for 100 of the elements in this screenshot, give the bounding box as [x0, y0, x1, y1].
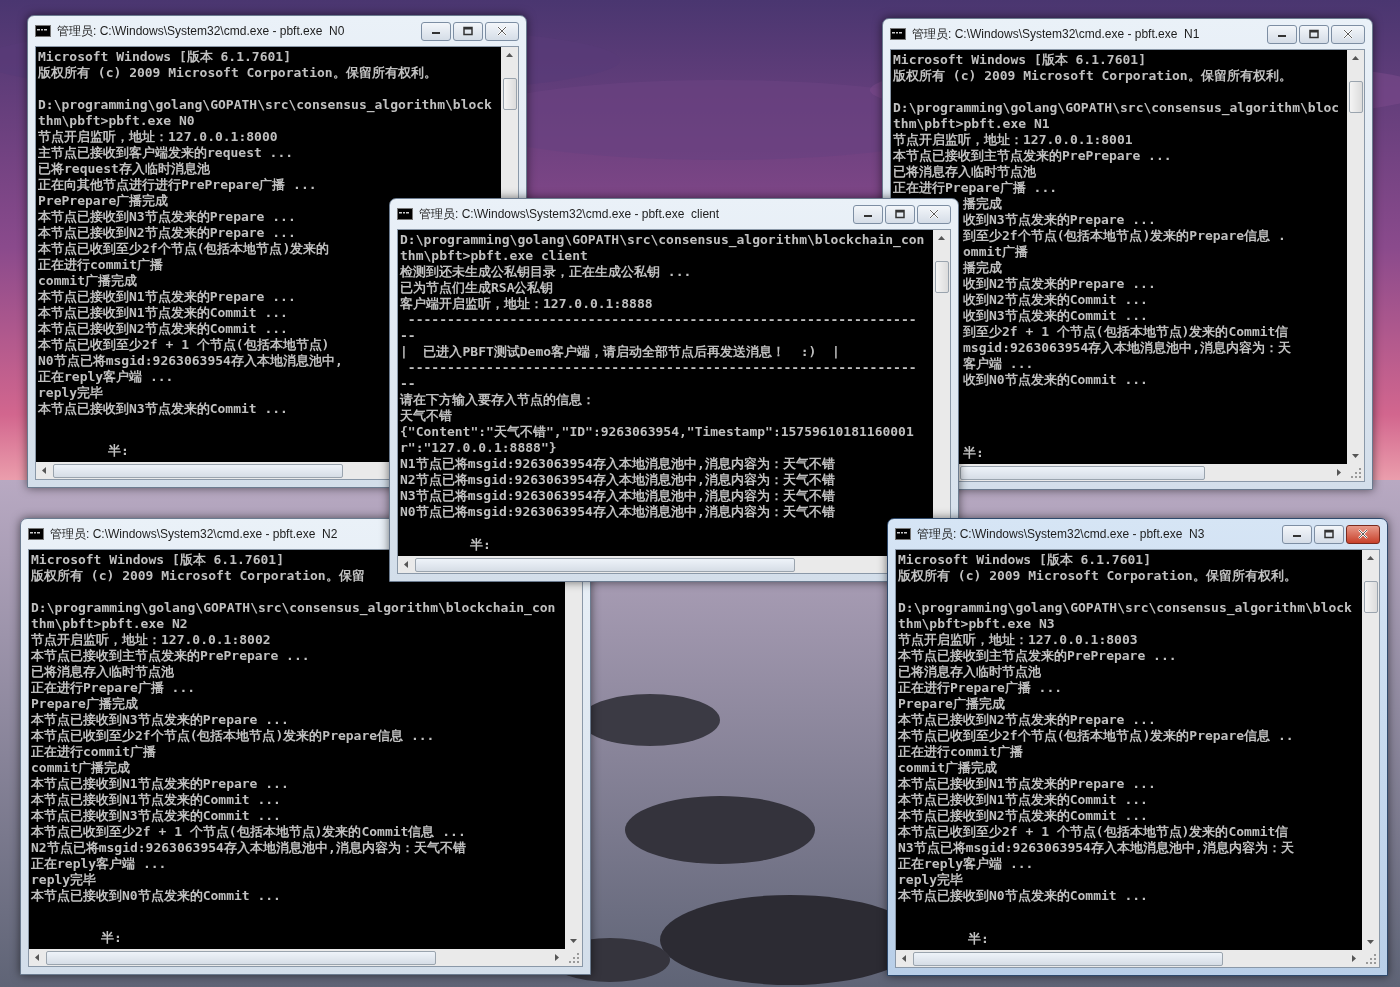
console-line: D:\programming\golang\GOPATH\src\consensus_algorithm\bloc [893, 100, 1340, 116]
console-line: 正在reply客户端 ... [898, 856, 1034, 872]
console-line: Prepare广播完成 [31, 696, 138, 712]
console-line: ----------------------------------------------------------------- [406, 360, 917, 376]
console-line: 版权所有 (c) 2009 Microsoft Corporation。保留所有权利。 [38, 65, 437, 81]
console-line: 已将消息存入临时节点池 [898, 664, 1041, 680]
console-line: 已将消息存入临时节点池 [893, 164, 1036, 180]
console-line: msgid:9263063954存入本地消息池中,消息内容为：天 [963, 340, 1292, 356]
console-line: thm\pbft>pbft.exe N1 [893, 116, 1050, 132]
minimize-button[interactable] [1282, 524, 1312, 544]
console-line: thm\pbft>pbft.exe N0 [38, 113, 195, 129]
console-line: D:\programming\golang\GOPATH\src\consensus_algorithm\blockchain_con [400, 232, 925, 248]
console-line: 本节点已收到至少2f + 1 个节点(包括本地节点)发来的Commit信息 ... [31, 824, 466, 840]
maximize-icon [462, 26, 474, 36]
console-line: reply完毕 [38, 385, 104, 401]
console-line: 到至少2f个节点(包括本地节点)发来的Prepare信息 . [963, 228, 1286, 244]
window-title: 管理员: C:\Windows\System32\cmd.exe - pbft.exe N2 [50, 525, 339, 543]
console-line: 本节点已收到至少2f个节点(包括本地节点)发来的Prepare信息 .. [898, 728, 1294, 744]
console-line: ommit广播 [963, 244, 1029, 260]
minimize-button[interactable] [421, 21, 451, 41]
scroll-thumb[interactable] [960, 465, 1205, 480]
console-line: thm\pbft>pbft.exe N3 [898, 616, 1055, 632]
console-icon [895, 528, 911, 540]
console-line: 节点开启监听，地址：127.0.0.1:8002 [31, 632, 271, 648]
console-line: PrePrepare广播完成 [38, 193, 169, 209]
console-line: 正在进行commit广播 [38, 257, 163, 273]
console-line: 本节点已接收到N2节点发来的Commit ... [898, 808, 1148, 824]
console-line: commit广播完成 [898, 760, 997, 776]
console-line: 本节点已接收到主节点发来的PrePrepare ... [898, 648, 1177, 664]
console-line: | 已进入PBFT测试Demo客户端，请启动全部节点后再发送消息！ :) | [400, 344, 840, 360]
console-line: 本节点已接收到N1节点发来的Prepare ... [31, 776, 289, 792]
console-line: 检测到还未生成公私钥目录，正在生成公私钥 ... [400, 264, 692, 280]
window-title: 管理员: C:\Windows\System32\cmd.exe - pbft.exe N3 [917, 525, 1206, 543]
console-line: 本节点已收到至少2f个节点(包括本地节点)发来的Prepare信息 ... [31, 728, 435, 744]
console-line: -- [400, 376, 416, 392]
console-line: 收到N0节点发来的Commit ... [963, 372, 1148, 388]
maximize-button[interactable] [885, 204, 915, 224]
console-line: Microsoft Windows [版本 6.1.7601] [893, 52, 1146, 68]
console-line: 本节点已接收到N2节点发来的Prepare ... [38, 225, 296, 241]
console-line: 收到N2节点发来的Prepare ... [963, 276, 1156, 292]
close-icon [928, 209, 940, 219]
console-line: 节点开启监听，地址：127.0.0.1:8003 [898, 632, 1138, 648]
scroll-thumb[interactable] [502, 78, 517, 110]
ime-status: 半: [968, 931, 989, 947]
scroll-thumb[interactable] [53, 463, 343, 478]
console-line: N3节点已将msgid:9263063954存入本地消息池中,消息内容为：天气不错 [400, 488, 835, 504]
console-line: 收到N3节点发来的Commit ... [963, 308, 1148, 324]
scroll-thumb[interactable] [46, 950, 436, 965]
console-line: 本节点已接收到N0节点发来的Commit ... [898, 888, 1148, 904]
close-icon [1342, 29, 1354, 39]
ime-status: 半: [108, 443, 129, 459]
console-line: 正在reply客户端 ... [31, 856, 167, 872]
scroll-thumb[interactable] [415, 557, 795, 572]
console-line: 本节点已接收到N3节点发来的Prepare ... [38, 209, 296, 225]
console-line: 收到N2节点发来的Commit ... [963, 292, 1148, 308]
console-line: 版权所有 (c) 2009 Microsoft Corporation。保留 [31, 568, 365, 584]
console-line: 本节点已接收到N1节点发来的Commit ... [31, 792, 281, 808]
console-line: 请在下方输入要存入节点的信息： [400, 392, 595, 408]
console-line: N2节点已将msgid:9263063954存入本地消息池中,消息内容为：天气不错 [31, 840, 466, 856]
window-title: 管理员: C:\Windows\System32\cmd.exe - pbft.exe client [419, 205, 721, 223]
maximize-button[interactable] [1314, 524, 1344, 544]
console-line: 播完成 [963, 196, 1002, 212]
console-line: D:\programming\golang\GOPATH\src\consensus_algorithm\block [38, 97, 492, 113]
console-line: Microsoft Windows [版本 6.1.7601] [898, 552, 1151, 568]
console-line: 节点开启监听，地址：127.0.0.1:8001 [893, 132, 1133, 148]
console-icon [890, 28, 906, 40]
scroll-thumb[interactable] [1348, 81, 1363, 113]
console-line: 正在进行commit广播 [898, 744, 1023, 760]
console-line: 主节点已接收到客户端发来的request ... [38, 145, 294, 161]
close-button[interactable] [917, 204, 951, 224]
console-line: 播完成 [963, 260, 1002, 276]
console-line: D:\programming\golang\GOPATH\src\consensus_algorithm\block [898, 600, 1352, 616]
ime-status: 半: [963, 445, 984, 461]
console-line: 本节点已收到至少2f个节点(包括本地节点)发来的 [38, 241, 330, 257]
console-line: 本节点已收到至少2f + 1 个节点(包括本地节点)发来的Commit信 [898, 824, 1289, 840]
minimize-button[interactable] [853, 204, 883, 224]
close-button[interactable] [1331, 24, 1365, 44]
console-line: 到至少2f + 1 个节点(包括本地节点)发来的Commit信 [963, 324, 1289, 340]
console-line: 节点开启监听，地址：127.0.0.1:8000 [38, 129, 278, 145]
console-line: 本节点已收到至少2f + 1 个节点(包括本地节点) [38, 337, 330, 353]
scroll-thumb[interactable] [1363, 581, 1378, 613]
close-button[interactable] [485, 21, 519, 41]
window-title: 管理员: C:\Windows\System32\cmd.exe - pbft.exe N1 [912, 25, 1201, 43]
console-line: r":"127.0.0.1:8888"} [400, 440, 557, 456]
ime-status: 半: [101, 930, 122, 946]
console-line: N0节点已将msgid:9263063954存入本地消息池中, [38, 353, 343, 369]
close-button[interactable] [1346, 524, 1380, 544]
maximize-button[interactable] [453, 21, 483, 41]
console-line: 正在向其他节点进行进行PrePrepare广播 ... [38, 177, 317, 193]
scroll-thumb[interactable] [934, 261, 949, 293]
console-line: 正在进行Prepare广播 ... [893, 180, 1058, 196]
console-line: 本节点已接收到N0节点发来的Commit ... [31, 888, 281, 904]
console-icon [35, 25, 51, 37]
console-line: Microsoft Windows [版本 6.1.7601] [31, 552, 284, 568]
console-line: N3节点已将msgid:9263063954存入本地消息池中,消息内容为：天 [898, 840, 1294, 856]
console-line: 本节点已接收到N1节点发来的Commit ... [38, 305, 288, 321]
scroll-thumb[interactable] [913, 951, 1223, 966]
maximize-button[interactable] [1299, 24, 1329, 44]
minimize-button[interactable] [1267, 24, 1297, 44]
console-line: 客户端开启监听，地址：127.0.0.1:8888 [400, 296, 653, 312]
